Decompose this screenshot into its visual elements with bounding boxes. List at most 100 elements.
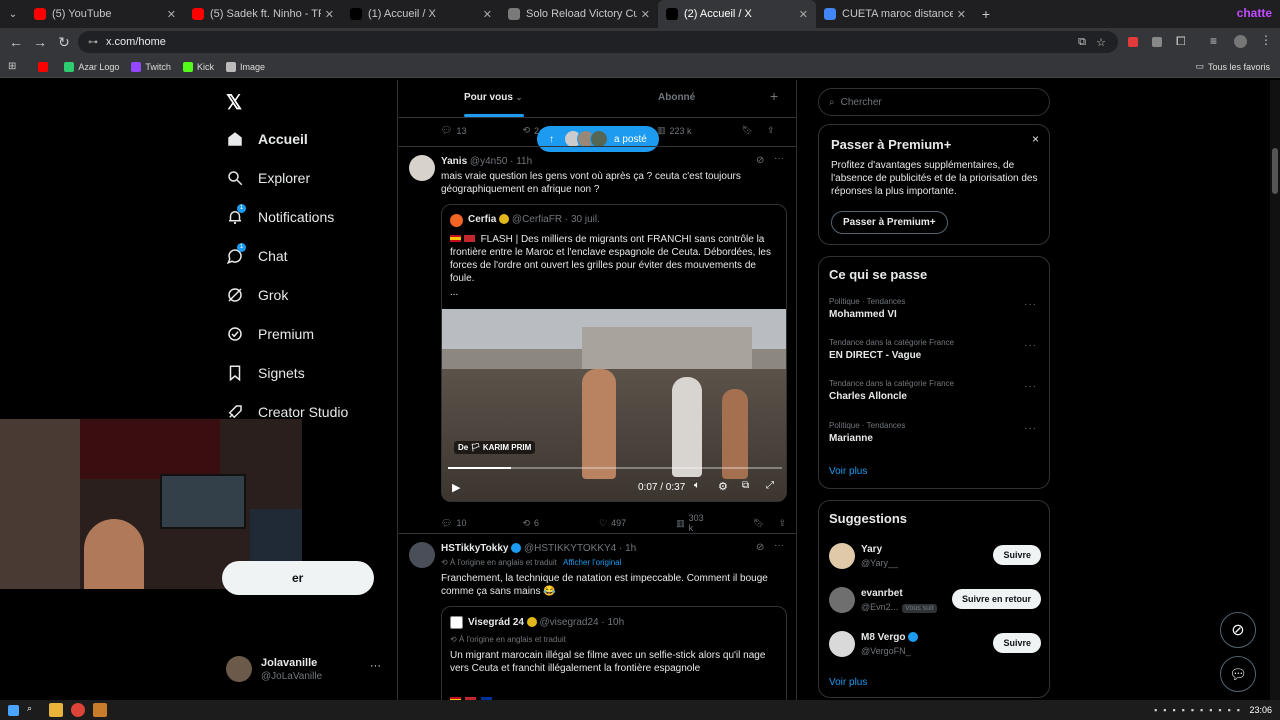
quoted-tweet[interactable]: Visegrád 24 @visegrad24 · 10h ⟲ À l'orig… [441,606,787,700]
bookmark-icon[interactable]: 🔖︎ [753,518,764,529]
site-info-icon[interactable]: ⊶ [88,37,98,48]
tweet-author-handle[interactable]: @HSTIKKYTOKKY4 [524,543,616,554]
quoted-tweet[interactable]: Cerfia @CerfiaFR · 30 juil. FLASH | Des … [441,204,787,502]
tweet-time[interactable]: · 11h [510,156,532,167]
search-box[interactable]: ⌕ Chercher [818,88,1050,116]
trend-item[interactable]: Politique · Tendances Mohammed VI [829,297,905,320]
tweet-hstikkytokky[interactable]: HSTikkyTokky @HSTIKKYTOKKY4 · 1h ⊘ ··· ⟲… [398,534,796,700]
suggestions-see-more-link[interactable]: Voir plus [829,677,867,688]
nav-item-signets[interactable]: Signets [226,364,305,382]
profile-avatar[interactable] [1234,35,1247,48]
bookmark-item[interactable] [38,61,52,72]
video-player[interactable]: De 🏳 KARIM PRIM ▶ 0:07 / 0:37 🔈︎ ⚙ ⧉ ⤢ [442,309,786,501]
repost-icon[interactable]: ⟲ [522,125,530,136]
share-icon[interactable]: ⇪ [778,518,786,529]
account-switcher[interactable]: Jolavanille @JoLaVanille ··· [226,656,386,686]
browser-tab[interactable]: (5) YouTube ✕ [26,0,184,28]
tab-close-icon[interactable]: ✕ [325,8,334,21]
all-bookmarks[interactable]: ▭ Tous les favoris [1195,61,1270,72]
menu-icon[interactable]: ⋮ [1260,33,1272,47]
app-icon[interactable] [93,703,107,717]
extensions-icon[interactable]: ⧠ [1176,34,1186,49]
windows-start-icon[interactable] [8,704,19,716]
browser-tab[interactable]: (1) Accueil / X ✕ [342,0,500,28]
file-explorer-icon[interactable] [49,703,63,717]
profile-logo[interactable]: chatte [1237,6,1272,20]
trend-more-icon[interactable]: ··· [1024,299,1037,310]
tab-close-icon[interactable]: ✕ [641,8,650,21]
nav-item-premium[interactable]: Premium [226,325,314,343]
star-icon[interactable]: ☆ [1096,36,1106,49]
tweet-yanis[interactable]: Yanis @y4n50 · 11h ⊘ ··· mais vraie ques… [398,147,796,533]
new-tab-button[interactable]: + [974,2,998,26]
follow-button[interactable]: Suivre [993,545,1041,565]
x-logo-icon[interactable]: 𝕏 [226,90,242,115]
tab-for-you[interactable]: Pour vous ⌄ [464,92,522,103]
page-scrollbar-thumb[interactable] [1272,148,1278,194]
bookmark-icon[interactable]: 🔖︎ [742,125,753,136]
pip-icon[interactable]: ⧉ [742,480,749,491]
fullscreen-icon[interactable]: ⤢ [766,480,774,491]
reply-icon[interactable]: 💬︎ [441,518,452,529]
browser-tab[interactable]: Solo Reload Victory Cup in Euro ✕ [500,0,658,28]
suggestion-item[interactable]: evanrbet @Evn2... Vous suit Suivre en ret… [819,585,1051,617]
tab-following[interactable]: Abonné [658,92,695,103]
follow-button[interactable]: Suivre en retour [951,589,1041,609]
tab-close-icon[interactable]: ✕ [483,8,492,21]
apps-icon[interactable]: ⊞ [8,61,16,72]
account-more-icon[interactable]: ··· [370,660,381,672]
tweet-more-icon[interactable]: ··· [774,153,784,164]
tab-close-icon[interactable]: ✕ [799,8,808,21]
tweet-author-handle[interactable]: @y4n50 [470,156,507,167]
media-icon[interactable]: ≡ [1210,34,1217,48]
clock[interactable]: 23:06 [1249,705,1272,715]
browser-tab[interactable]: (5) Sadek ft. Ninho - TP (Vidéo ✕ [184,0,342,28]
tweet-more-icon[interactable]: ··· [774,540,784,551]
extension-red-icon[interactable] [1128,37,1138,47]
forward-button[interactable]: → [28,30,52,54]
trend-more-icon[interactable]: ··· [1024,423,1037,434]
extension-grey-icon[interactable] [1152,37,1162,47]
tweet-avatar[interactable] [409,542,435,568]
browser-tab[interactable]: (2) Accueil / X ✕ [658,0,816,28]
grok-icon[interactable]: ⊘ [756,542,764,553]
trend-item[interactable]: Tendance dans la catégorie France Charles… [829,379,954,402]
trend-more-icon[interactable]: ··· [1024,381,1037,392]
reply-icon[interactable]: 💬︎ [441,125,452,136]
repost-icon[interactable]: ⟲ [522,518,530,529]
nav-item-notifications[interactable]: 1 Notifications [226,204,334,226]
like-icon[interactable]: ♡ [599,518,607,529]
url-field[interactable]: ⊶ x.com/home ⧉ ☆ [78,31,1118,53]
tweet-avatar[interactable] [409,155,435,181]
trend-more-icon[interactable]: ··· [1024,340,1037,351]
tab-close-icon[interactable]: ✕ [957,8,966,21]
messages-float-button[interactable]: 💬︎ [1220,656,1256,692]
add-tab-icon[interactable]: + [770,88,778,104]
system-tray[interactable]: ▪▪▪▪▪▪▪▪▪▪ [1154,705,1246,715]
play-icon[interactable]: ▶ [452,481,460,494]
bookmark-item[interactable]: Azar Logo [64,61,119,72]
bookmark-item[interactable]: Twitch [131,61,171,72]
tweet-author-name[interactable]: HSTikkyTokky [441,543,508,554]
grok-float-button[interactable]: ⊘ [1220,612,1256,648]
nav-item-explorer[interactable]: Explorer [226,169,310,187]
tab-search-icon[interactable]: ⌄ [0,2,26,26]
settings-icon[interactable]: ⚙ [718,480,728,493]
nav-item-chat[interactable]: 1 Chat [226,243,288,265]
tweet-time[interactable]: · 1h [619,543,636,554]
show-original-link[interactable]: Afficher l'original [563,558,621,567]
follow-button[interactable]: Suivre [993,633,1041,653]
tab-close-icon[interactable]: ✕ [167,8,176,21]
install-icon[interactable]: ⧉ [1078,36,1086,49]
chrome-icon[interactable] [71,703,85,717]
video-progress-track[interactable] [448,467,782,469]
reload-button[interactable]: ↻ [52,30,76,54]
suggestion-item[interactable]: Yary @Yary__ Suivre [819,541,1051,573]
grok-icon[interactable]: ⊘ [756,155,764,166]
trends-see-more-link[interactable]: Voir plus [829,466,867,477]
browser-tab[interactable]: CUETA maroc distance - Recher ✕ [816,0,974,28]
tweet-author-name[interactable]: Yanis [441,156,467,167]
nav-item-accueil[interactable]: Accueil [226,130,308,148]
bookmark-item[interactable]: Image [225,61,265,72]
volume-icon[interactable]: 🔈︎ [694,480,700,491]
